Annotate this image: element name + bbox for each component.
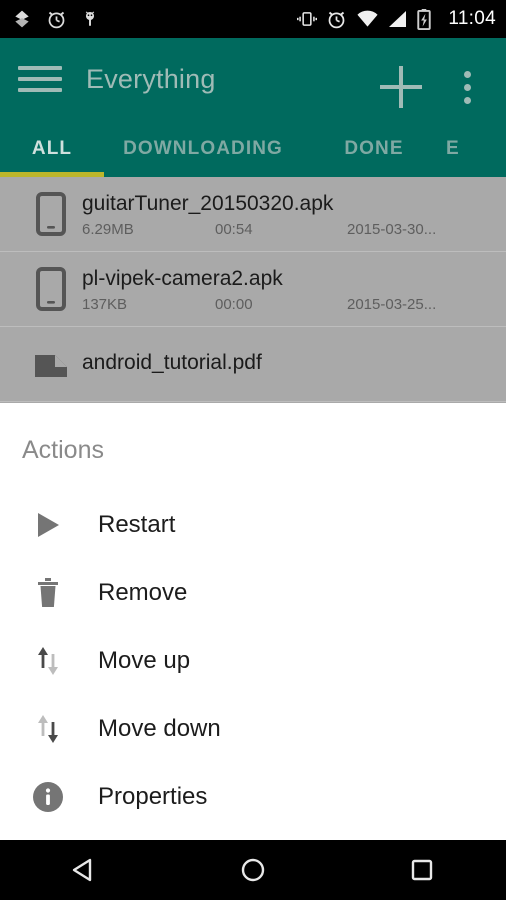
page-title: Everything	[86, 64, 216, 94]
file-name: pl-vipek-camera2.apk	[82, 267, 283, 290]
app-bar: Everything	[0, 38, 506, 120]
status-bar-right-icons: 11:04	[297, 8, 496, 30]
actions-dialog: Actions Restart Remove Move up Move down…	[0, 403, 506, 840]
back-triangle-icon[interactable]	[44, 840, 124, 900]
file-date: 2015-03-25...	[347, 296, 437, 313]
action-move-down[interactable]: Move down	[0, 695, 506, 763]
file-name: guitarTuner_20150320.apk	[82, 192, 334, 215]
action-label: Remove	[98, 579, 188, 606]
action-properties[interactable]: Properties	[0, 763, 506, 831]
action-restart[interactable]: Restart	[0, 491, 506, 559]
android-bug-icon	[85, 11, 95, 26]
recents-square-icon[interactable]	[382, 840, 462, 900]
tab-bar: ALL DOWNLOADING DONE E	[0, 120, 506, 178]
download-sync-icon	[15, 10, 29, 28]
file-name: android_tutorial.pdf	[82, 350, 262, 374]
row-content: android_tutorial.pdf	[82, 349, 506, 380]
row-content: guitarTuner_20150320.apk 6.29MB 00:54 20…	[82, 190, 506, 238]
action-move-up[interactable]: Move up	[0, 627, 506, 695]
action-label: Properties	[98, 783, 208, 810]
action-label: Move up	[98, 647, 191, 674]
vibrate-icon	[297, 12, 318, 26]
status-bar: 11:04	[0, 0, 506, 38]
action-label: Move down	[98, 715, 221, 742]
file-meta: 6.29MB 00:54 2015-03-30...	[82, 221, 496, 238]
phone-screen: 11:04 Everything ALL DOWNLOADING DONE E	[0, 0, 506, 900]
android-navigation-bar	[0, 840, 506, 900]
phone-apk-icon	[20, 192, 82, 236]
dialog-title: Actions	[22, 436, 104, 464]
move-down-arrows-icon	[20, 714, 76, 744]
tab-done[interactable]: DONE	[302, 138, 446, 160]
battery-charging-icon	[417, 8, 432, 30]
plus-icon[interactable]	[380, 66, 422, 108]
play-triangle-icon	[20, 511, 76, 539]
tab-downloading[interactable]: DOWNLOADING	[104, 138, 302, 160]
tab-all[interactable]: ALL	[0, 138, 104, 160]
action-list: Restart Remove Move up Move down Propert…	[0, 491, 506, 831]
home-circle-icon[interactable]	[213, 840, 293, 900]
info-circle-icon	[20, 781, 76, 813]
alarm-clock-icon	[48, 11, 65, 28]
file-size: 137KB	[82, 296, 128, 313]
row-content: pl-vipek-camera2.apk 137KB 00:00 2015-03…	[82, 265, 506, 313]
file-date: 2015-03-30...	[347, 221, 437, 238]
download-list[interactable]: guitarTuner_20150320.apk 6.29MB 00:54 20…	[0, 177, 506, 403]
alarm-clock-icon	[328, 11, 345, 28]
cellular-signal-icon	[389, 11, 407, 27]
table-row[interactable]: guitarTuner_20150320.apk 6.29MB 00:54 20…	[0, 177, 506, 252]
table-row[interactable]: android_tutorial.pdf	[0, 327, 506, 402]
status-bar-clock: 11:04	[448, 8, 496, 29]
tab-expired[interactable]: E	[446, 138, 506, 160]
overflow-menu-icon[interactable]	[454, 64, 480, 110]
table-row[interactable]: pl-vipek-camera2.apk 137KB 00:00 2015-03…	[0, 252, 506, 327]
pdf-document-icon	[20, 349, 82, 379]
phone-apk-icon	[20, 267, 82, 311]
trash-can-icon	[20, 578, 76, 608]
action-remove[interactable]: Remove	[0, 559, 506, 627]
file-meta: 137KB 00:00 2015-03-25...	[82, 296, 496, 313]
wifi-icon	[357, 10, 378, 27]
file-duration: 00:54	[215, 221, 253, 238]
action-label: Restart	[98, 511, 176, 538]
file-duration: 00:00	[215, 296, 253, 313]
file-size: 6.29MB	[82, 221, 134, 238]
move-up-arrows-icon	[20, 646, 76, 676]
status-bar-left-icons	[12, 9, 99, 30]
hamburger-menu-icon[interactable]	[18, 60, 62, 98]
